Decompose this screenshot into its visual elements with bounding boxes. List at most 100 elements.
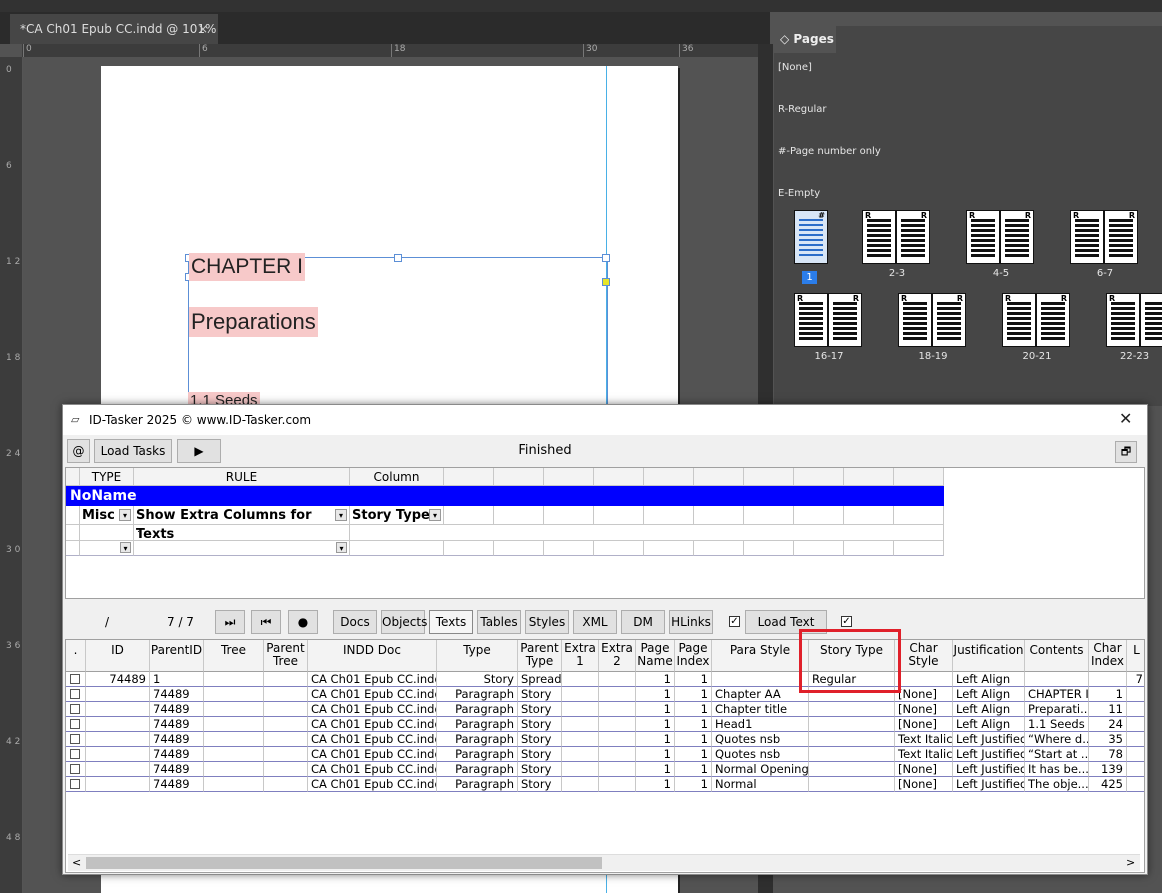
row-checkbox[interactable] <box>66 717 86 732</box>
column-header[interactable]: Contents <box>1025 640 1089 672</box>
cell-type[interactable]: Paragraph <box>437 732 518 747</box>
cell-char-index[interactable]: 11 <box>1089 702 1127 717</box>
rules-cell[interactable] <box>494 541 544 556</box>
row-checkbox[interactable] <box>66 672 86 687</box>
cell-char-style[interactable]: [None] <box>895 702 953 717</box>
cell-page-name[interactable]: 1 <box>636 762 675 777</box>
cell-type[interactable]: Story <box>437 672 518 687</box>
extra-columns-dropdown[interactable]: Show Extra Columns for Texts ▾ <box>134 506 350 542</box>
cell-parent-tree[interactable] <box>264 687 308 702</box>
dropdown-arrow-icon[interactable]: ▾ <box>119 509 131 521</box>
cell-tree[interactable] <box>204 717 264 732</box>
rule-select[interactable]: ▾ <box>134 541 350 556</box>
cell-doc[interactable]: CA Ch01 Epub CC.indd <box>308 672 437 687</box>
option-checkbox[interactable]: ✓ <box>841 616 852 627</box>
cell-char-index[interactable]: 35 <box>1089 732 1127 747</box>
cell-last[interactable] <box>1127 687 1144 702</box>
cell-para-style[interactable]: Chapter title <box>712 702 809 717</box>
rules-header-type[interactable]: TYPE <box>80 468 134 486</box>
master-item[interactable]: E-Empty <box>778 188 820 198</box>
column-header[interactable]: Tree <box>204 640 264 672</box>
rules-cell[interactable]: . <box>134 525 350 541</box>
column-header[interactable]: Page Name <box>636 640 675 672</box>
rules-header-column[interactable]: Column <box>350 468 444 486</box>
column-header[interactable]: Para Style <box>712 640 809 672</box>
cell-parent-tree[interactable] <box>264 732 308 747</box>
cell-page-index[interactable]: 1 <box>675 702 712 717</box>
page-thumbnail-18-19[interactable]: R R 18-19 <box>898 293 970 362</box>
row-checkbox-box[interactable] <box>70 779 80 789</box>
column-header[interactable]: Char Index <box>1089 640 1127 672</box>
rules-cell[interactable] <box>894 506 944 525</box>
cell-page-name[interactable]: 1 <box>636 717 675 732</box>
cell-parent-type[interactable]: Story <box>518 687 562 702</box>
cell-last[interactable] <box>1127 762 1144 777</box>
at-button[interactable]: @ <box>67 439 90 463</box>
horizontal-scrollbar[interactable]: < > <box>68 854 1140 871</box>
cell-extra1[interactable] <box>562 717 599 732</box>
cell-doc[interactable]: CA Ch01 Epub CC.indd <box>308 732 437 747</box>
cell-justification[interactable]: Left Justified <box>953 762 1025 777</box>
cell-parent-id[interactable]: 74489 <box>150 777 204 792</box>
rule-group-bar[interactable]: NoName <box>66 486 944 506</box>
column-header[interactable]: INDD Doc <box>308 640 437 672</box>
cell-page-name[interactable]: 1 <box>636 687 675 702</box>
cell-extra1[interactable] <box>562 762 599 777</box>
load-text-checkbox[interactable]: ✓ <box>729 616 740 627</box>
cell-last[interactable]: 7 <box>1127 672 1144 687</box>
cell-story-type[interactable] <box>809 747 895 762</box>
cell-char-index[interactable] <box>1089 672 1127 687</box>
cell-page-index[interactable]: 1 <box>675 687 712 702</box>
rules-cell[interactable] <box>694 506 744 525</box>
cell-contents[interactable]: CHAPTER I <box>1025 687 1089 702</box>
row-checkbox[interactable] <box>66 702 86 717</box>
rules-cell[interactable] <box>544 541 594 556</box>
xml-button[interactable]: XML <box>573 610 617 634</box>
cell-type[interactable]: Paragraph <box>437 687 518 702</box>
rules-cell[interactable] <box>494 506 544 525</box>
rules-cell[interactable] <box>894 541 944 556</box>
cell-extra2[interactable] <box>599 777 636 792</box>
cell-char-style[interactable]: Text Italic <box>895 747 953 762</box>
type-select[interactable]: ▾ <box>80 541 134 556</box>
row-checkbox-box[interactable] <box>70 689 80 699</box>
row-checkbox[interactable] <box>66 777 86 792</box>
page-thumbnail-6-7[interactable]: R R 6-7 <box>1070 210 1142 279</box>
cell-char-style[interactable]: Text Italic <box>895 732 953 747</box>
cell-id[interactable] <box>86 747 150 762</box>
scroll-left-icon[interactable]: < <box>72 856 81 869</box>
cell-extra2[interactable] <box>599 732 636 747</box>
scrollbar-thumb[interactable] <box>86 857 602 869</box>
cell-page-name[interactable]: 1 <box>636 747 675 762</box>
cell-justification[interactable]: Left Align <box>953 672 1025 687</box>
cell-para-style[interactable]: Quotes nsb <box>712 747 809 762</box>
restore-icon[interactable]: 🗗 <box>1115 441 1137 463</box>
page-thumbnail-2-3[interactable]: R R 2-3 <box>862 210 934 279</box>
rules-cell[interactable] <box>844 541 894 556</box>
cell-type[interactable]: Paragraph <box>437 717 518 732</box>
cell-justification[interactable]: Left Align <box>953 717 1025 732</box>
cell-char-style[interactable]: [None] <box>895 717 953 732</box>
cell-parent-id[interactable]: 74489 <box>150 687 204 702</box>
dropdown-arrow-icon[interactable]: ▾ <box>336 542 347 553</box>
texts-button[interactable]: Texts <box>429 610 473 634</box>
cell-type[interactable]: Paragraph <box>437 777 518 792</box>
cell-doc[interactable]: CA Ch01 Epub CC.indd <box>308 687 437 702</box>
cell-doc[interactable]: CA Ch01 Epub CC.indd <box>308 777 437 792</box>
cell-extra2[interactable] <box>599 747 636 762</box>
cell-id[interactable]: 74489 <box>86 672 150 687</box>
play-button[interactable]: ▶ <box>177 439 221 463</box>
cell-type[interactable]: Paragraph <box>437 747 518 762</box>
column-header[interactable]: ID <box>86 640 150 672</box>
styles-button[interactable]: Styles <box>525 610 569 634</box>
document-tab-close-icon[interactable]: × <box>198 14 208 44</box>
cell-id[interactable] <box>86 687 150 702</box>
cell-extra2[interactable] <box>599 702 636 717</box>
cell-page-name[interactable]: 1 <box>636 672 675 687</box>
cell-parent-id[interactable]: 74489 <box>150 702 204 717</box>
cell-last[interactable] <box>1127 717 1144 732</box>
last-record-icon[interactable]: ⏭ <box>215 610 245 634</box>
tables-button[interactable]: Tables <box>477 610 521 634</box>
cell-type[interactable]: Paragraph <box>437 702 518 717</box>
cell-tree[interactable] <box>204 777 264 792</box>
